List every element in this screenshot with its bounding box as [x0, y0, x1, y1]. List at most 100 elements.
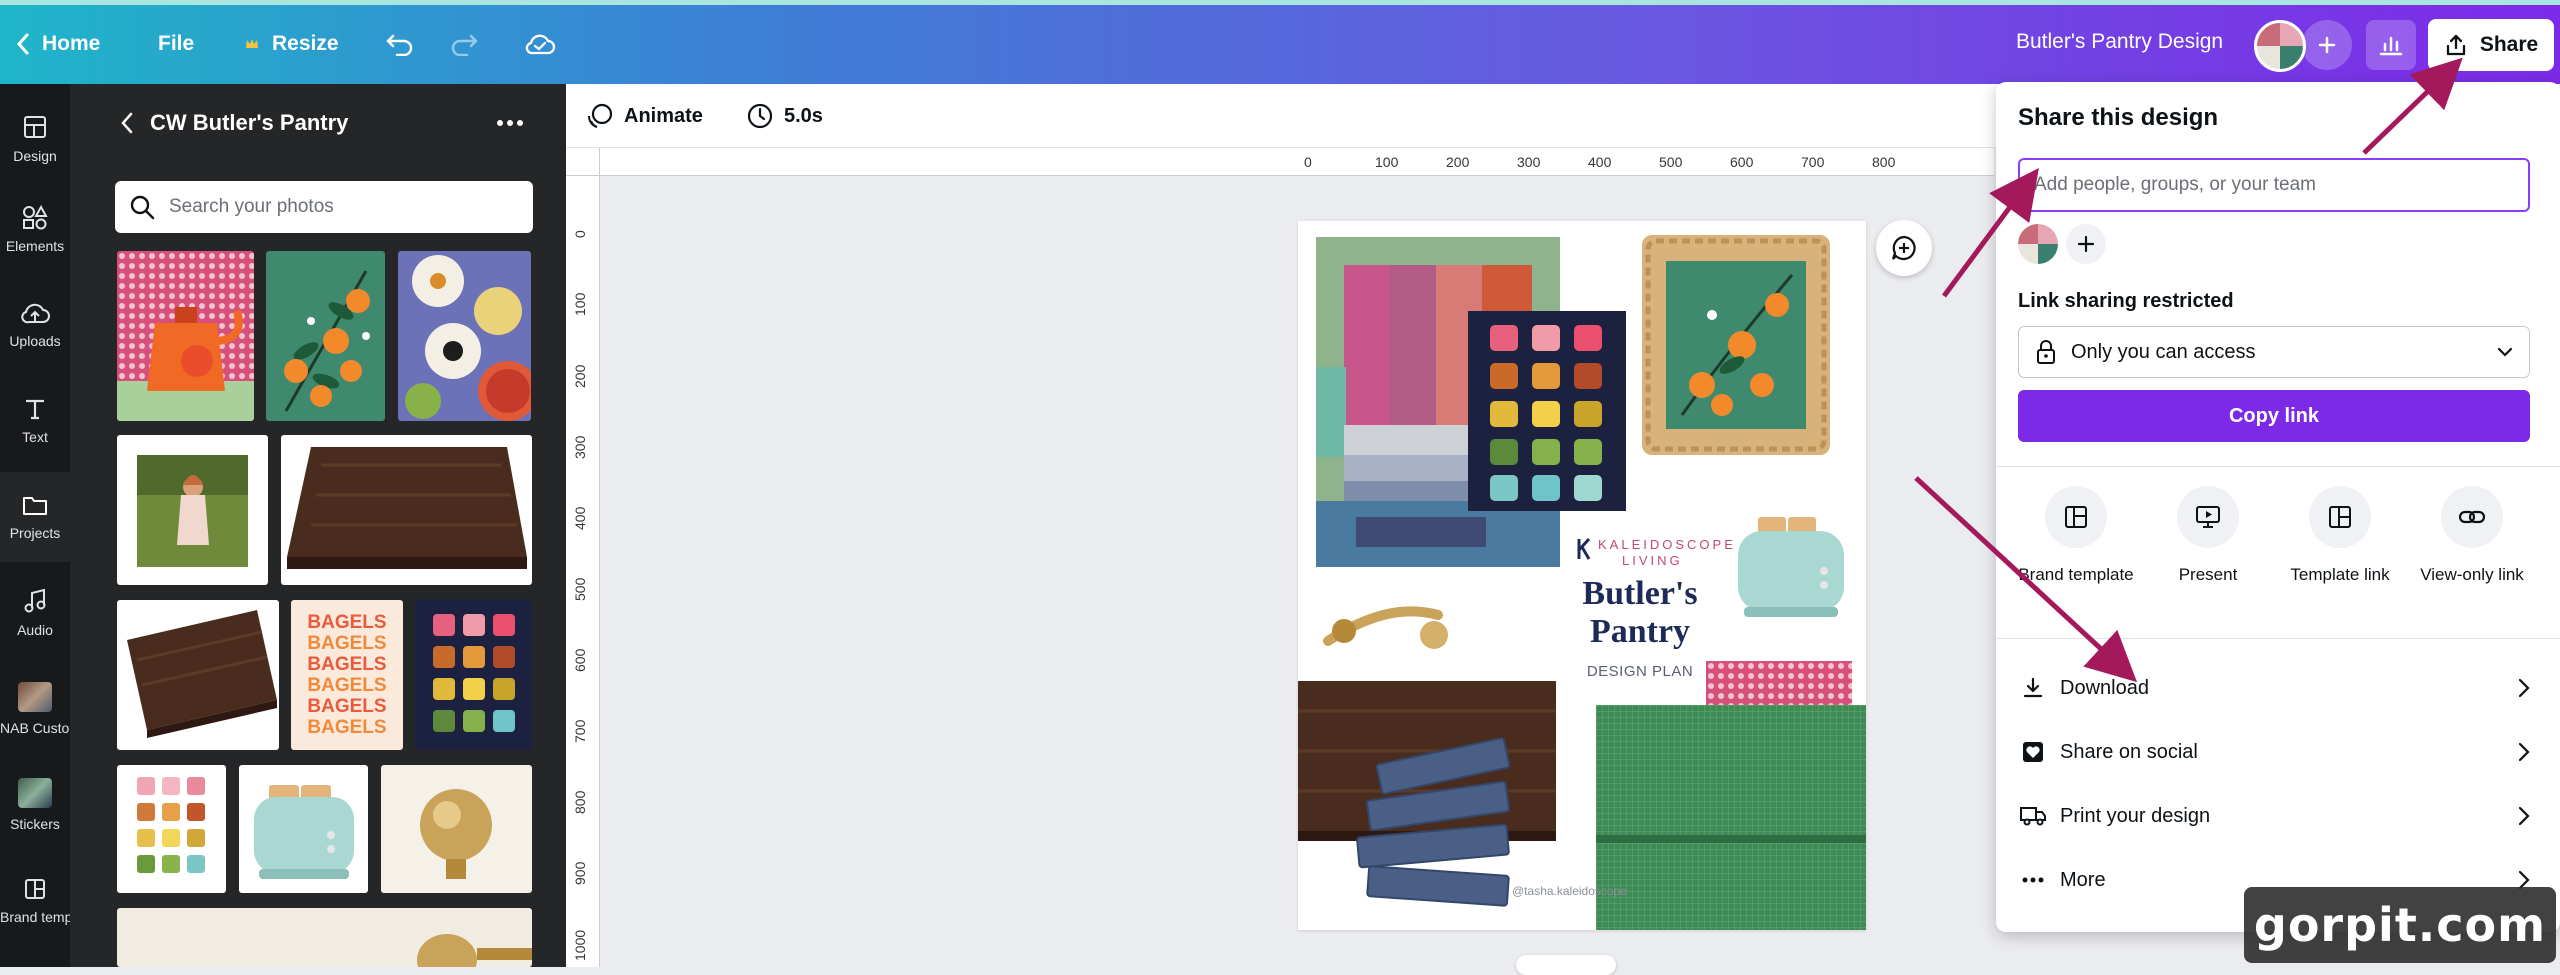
animate-icon: [586, 102, 614, 130]
rail-item-audio[interactable]: Audio: [0, 568, 70, 658]
animate-button[interactable]: Animate: [586, 100, 703, 132]
design-page[interactable]: KALEIDOSCOPE LIVING Butler's Pantry DESI…: [1298, 221, 1866, 930]
resize-button[interactable]: Resize: [244, 22, 339, 66]
toaster-image[interactable]: [1728, 501, 1854, 629]
photo-thumbnail-spice-jars-dark[interactable]: [415, 600, 532, 750]
home-button[interactable]: Home: [16, 22, 100, 66]
insights-button[interactable]: [2366, 20, 2416, 70]
divider: [1996, 466, 2560, 467]
ruler-tick: 100: [1375, 154, 1399, 170]
ruler-corner: [566, 148, 600, 176]
rail-item-uploads[interactable]: Uploads: [0, 280, 70, 370]
canvas-handle-text[interactable]: @tasha.kaleidoscope: [1512, 884, 1627, 898]
bagels-print-line: BAGELS: [307, 633, 387, 654]
photo-thumbnail-woman-garden[interactable]: [117, 435, 268, 585]
canvas-subtitle[interactable]: DESIGN PLAN: [1562, 663, 1718, 680]
rail-label: Audio: [17, 622, 53, 638]
rail-item-brand-templates[interactable]: Brand temp...: [0, 856, 70, 946]
resize-label: Resize: [272, 32, 339, 55]
file-menu-button[interactable]: File: [158, 22, 194, 66]
folder-title: CW Butler's Pantry: [150, 110, 349, 135]
redo-button[interactable]: [442, 22, 486, 66]
chevron-right-icon: [2518, 678, 2530, 698]
invite-plus-button[interactable]: [2302, 20, 2352, 70]
timing-button[interactable]: 5.0s: [746, 100, 823, 132]
share-dropdown: Share this design Link sharing restricte…: [1996, 82, 2560, 932]
photo-thumbnail-wood-slab[interactable]: [117, 600, 279, 750]
photo-thumbnail-bagels-print[interactable]: BAGELS BAGELS BAGELS BAGELS BAGELS BAGEL…: [291, 600, 403, 750]
search-icon: [130, 195, 155, 220]
rail-item-nab-custom[interactable]: NAB Custo...: [0, 664, 70, 754]
present-icon: [2177, 486, 2239, 548]
ruler-tick: 0: [1304, 154, 1312, 170]
add-comment-button[interactable]: [1876, 220, 1932, 276]
copy-link-button[interactable]: Copy link: [2018, 390, 2530, 442]
photo-search-box[interactable]: [115, 181, 533, 233]
brand-name-line2: LIVING: [1622, 553, 1683, 568]
photo-thumbnail-food-table[interactable]: [398, 251, 531, 421]
ruler-tick: 400: [1588, 154, 1612, 170]
photo-thumbnail-toaster[interactable]: [239, 765, 368, 893]
canvas-title[interactable]: Butler's Pantry: [1562, 575, 1718, 651]
bagels-print-line: BAGELS: [307, 696, 387, 717]
user-avatar[interactable]: [2254, 20, 2306, 72]
ruler-tick: 500: [572, 577, 588, 601]
add-people-input[interactable]: [2018, 158, 2530, 212]
elements-icon: [21, 204, 49, 230]
share-option-present[interactable]: Present: [2142, 486, 2274, 588]
cloud-check-icon: [525, 34, 556, 55]
ruler-tick: 200: [1446, 154, 1470, 170]
ruler-tick: 200: [572, 364, 588, 388]
add-collaborator-button[interactable]: [2066, 224, 2106, 264]
share-row-social[interactable]: Share on social: [2018, 727, 2530, 777]
chevron-down-icon: [2497, 347, 2513, 357]
canvas-title-line1: Butler's: [1582, 575, 1698, 612]
document-title[interactable]: Butler's Pantry Design: [2016, 30, 2223, 54]
rail-item-stickers[interactable]: Stickers: [0, 760, 70, 850]
folder-more-button[interactable]: [492, 108, 528, 138]
rail-item-text[interactable]: Text: [0, 376, 70, 466]
rail-item-elements[interactable]: Elements: [0, 184, 70, 274]
photo-thumbnail-kettle[interactable]: [117, 251, 254, 421]
photo-thumbnail-spice-jars-light[interactable]: [117, 765, 226, 893]
photo-thumbnail-brass-knob[interactable]: [381, 765, 532, 893]
duration-label: 5.0s: [784, 104, 823, 127]
rail-label: NAB Custo...: [0, 720, 70, 736]
vertical-ruler: 0 100 200 300 400 500 600 700 800 900 10…: [566, 176, 600, 967]
bar-chart-icon: [2379, 36, 2403, 56]
share-row-print[interactable]: Print your design: [2018, 791, 2530, 841]
animate-label: Animate: [624, 104, 703, 127]
share-option-brand-template[interactable]: Brand template: [2010, 486, 2142, 588]
collaborator-avatar[interactable]: [2018, 224, 2058, 264]
ruler-tick: 400: [572, 506, 588, 530]
rail-item-projects[interactable]: Projects: [0, 472, 70, 562]
share-label: Share: [2479, 33, 2539, 56]
photo-thumbnail-orange-branch[interactable]: [266, 251, 385, 421]
framed-orange-art[interactable]: [1642, 235, 1830, 455]
horizontal-ruler: 0 100 200 300 400 500 600 700 800: [600, 148, 1994, 176]
save-status-button[interactable]: [518, 22, 562, 66]
rail-label: Projects: [9, 525, 61, 541]
access-level-select[interactable]: Only you can access: [2018, 326, 2530, 378]
green-tile-image[interactable]: [1596, 705, 1866, 930]
photo-thumbnail-butcher-block[interactable]: [281, 435, 532, 585]
back-button[interactable]: [120, 112, 134, 134]
share-option-view-only-link[interactable]: View-only link: [2406, 486, 2538, 588]
share-row-download[interactable]: Download: [2018, 663, 2530, 713]
undo-button[interactable]: [378, 22, 422, 66]
bagels-print-line: BAGELS: [307, 654, 387, 675]
share-option-template-link[interactable]: Template link: [2274, 486, 2406, 588]
spice-jar-image[interactable]: [1468, 311, 1626, 511]
ruler-tick: 700: [1801, 154, 1825, 170]
brass-handle-image[interactable]: [1318, 591, 1458, 661]
photo-thumbnail-brass-handle[interactable]: [117, 908, 532, 967]
share-button[interactable]: Share: [2428, 19, 2554, 71]
link-icon: [2441, 486, 2503, 548]
photo-search-input[interactable]: [169, 196, 509, 218]
rail-label: Design: [13, 148, 57, 164]
divider: [1996, 638, 2560, 639]
page-nav-pill[interactable]: [1516, 955, 1616, 975]
share-row-label: Print your design: [2060, 804, 2211, 827]
uploads-icon: [20, 301, 50, 325]
rail-item-design[interactable]: Design: [0, 94, 70, 184]
